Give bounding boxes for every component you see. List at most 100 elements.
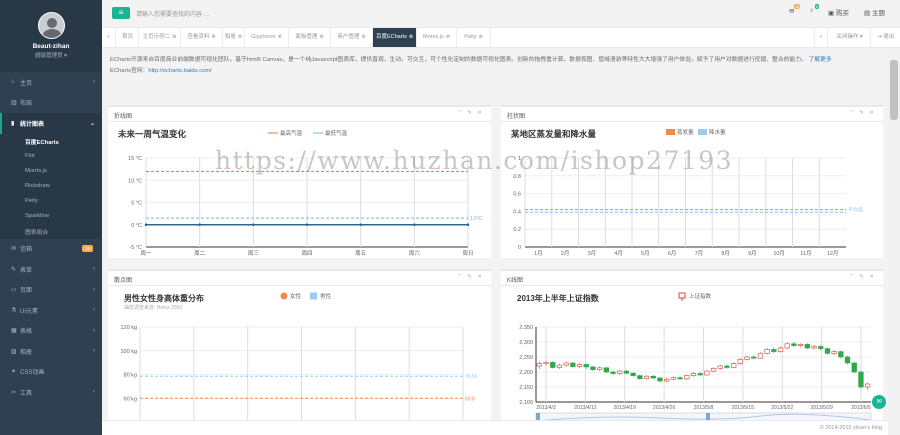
logout-button[interactable]: ⇥ 退出 (871, 28, 900, 47)
main-content: ECharts开源来自百度商业前端数据可视化团队，基于html5 Canvas，… (102, 48, 888, 435)
close-ops-dropdown[interactable]: 关闭操作 ▾ (829, 28, 871, 47)
sidebar-item-8[interactable]: ▨ 相册 ‹ (0, 341, 102, 362)
submenu-item[interactable]: 百度ECharts (0, 134, 102, 149)
panel-tools[interactable]: ⌃ ✎ ✕ (849, 110, 876, 116)
avatar[interactable] (37, 12, 65, 39)
close-icon[interactable]: ⊗ (211, 34, 215, 40)
x-tick-label: 9月 (748, 250, 757, 257)
search-input[interactable]: 请输入您需要查找的内容 … (136, 9, 210, 18)
k-chart-panel: K线图 ⌃ ✎ ✕ 2013年上半年上证指数 上证指数 2,350 2,300 2,250… (501, 269, 883, 435)
bell-icon[interactable]: ♪ 8 (810, 4, 820, 14)
sidebar-item-label: 表格 (20, 329, 33, 336)
candle (536, 363, 542, 367)
sidebar-item-7[interactable]: ▦ 表格 ‹ (0, 321, 102, 342)
close-icon[interactable]: ⊗ (446, 34, 450, 40)
learn-more-link[interactable]: 了解更多 (809, 57, 832, 63)
k-chart: 2013年上半年上证指数 上证指数 2,350 2,300 2,250 2,200 2,15… (517, 292, 872, 425)
theme-button[interactable]: ▤ 主题 (864, 7, 885, 17)
panel-title: 折线图 (114, 114, 133, 120)
sidebar-item-1[interactable]: ▥ 布局 (0, 93, 102, 114)
candle (563, 362, 569, 366)
watermark: https://www.huzhan.com/ishop27193 (215, 146, 734, 175)
candle (831, 351, 837, 354)
close-icon[interactable]: ⊗ (479, 34, 483, 40)
candle (858, 371, 864, 388)
candle (637, 375, 643, 379)
data-point (466, 223, 470, 226)
scrollbar-thumb[interactable] (890, 60, 898, 120)
x-tick-label: 周一 (140, 250, 152, 257)
submenu-item[interactable]: Sparkline (0, 209, 102, 224)
columns-icon: ▥ (11, 100, 17, 107)
magic-icon: ✦ (11, 369, 17, 376)
close-icon[interactable]: ⊗ (409, 34, 413, 40)
submenu-item[interactable]: Peity (0, 194, 102, 209)
scrollbar[interactable] (888, 48, 900, 435)
y-tick-label: 10 °C (128, 178, 142, 184)
tab-item[interactable]: 首页 (117, 28, 139, 47)
buy-button[interactable]: ▣ 购买 (828, 7, 849, 17)
close-icon[interactable]: ⊗ (361, 34, 365, 40)
candle (650, 375, 656, 379)
sidebar-item-4[interactable]: ✎ 表单 ‹ (0, 259, 102, 280)
tab-item[interactable]: 百度ECharts ⊗ (373, 28, 417, 47)
tab-item[interactable]: 商户管理 ⊗ (331, 28, 373, 47)
panel-tools[interactable]: ⌃ ✎ ✕ (457, 110, 484, 116)
tab-item[interactable]: 查看资料 ⊗ (181, 28, 223, 47)
chart-title: 2013年上半年上证指数 (517, 293, 600, 303)
submenu-item[interactable]: Rickshaw (0, 179, 102, 194)
y-tick-label: 2,300 (519, 340, 533, 346)
envelope-icon: ✉ (11, 246, 17, 253)
tab-item[interactable]: 面板管理 ⊗ (289, 28, 331, 47)
tab-item[interactable]: Peity ⊗ (457, 28, 491, 47)
sidebar-item-2[interactable]: ▮ 统计图表 ⌄ (0, 113, 102, 134)
data-point (144, 223, 148, 226)
x-tick-label: 2013/5/8 (694, 405, 714, 411)
chart-submenu: 百度ECharts Flot Morris.js Rickshaw Peity Spark… (0, 133, 102, 239)
tab-scroll-right-button[interactable]: » (814, 28, 828, 47)
tab-item[interactable]: Morris.js ⊗ (417, 28, 457, 47)
panel-tools[interactable]: ⌃ ✎ ✕ (457, 274, 484, 280)
tab-scroll-left-button[interactable]: « (102, 28, 116, 47)
tab-item[interactable]: 主页示例二 ⊗ (139, 28, 181, 47)
x-tick-label: 12月 (827, 250, 839, 257)
sidebar-item-6[interactable]: ⚗ UI元素 ‹ (0, 300, 102, 321)
table-icon: ▦ (11, 328, 17, 335)
x-tick-label: 2013/6/5 (851, 405, 871, 411)
envelope-icon[interactable]: ✉ 16 (789, 4, 801, 15)
close-icon[interactable]: ⊗ (278, 34, 282, 40)
menu-toggle-button[interactable]: ≡ (112, 7, 130, 19)
y-tick-label: 2,100 (519, 400, 533, 406)
y-tick-label: 120 kg (120, 325, 137, 331)
sidebar-item-5[interactable]: ▭ 页面 ‹ (0, 280, 102, 301)
submenu-item[interactable]: Flot (0, 149, 102, 164)
chevron-left-icon: ‹ (93, 79, 95, 86)
tab-item[interactable]: 相册 ⊗ (223, 28, 245, 47)
data-point (198, 223, 201, 226)
chat-icon[interactable]: ✉ (872, 395, 886, 409)
sidebar-item-10[interactable]: ✂ 工具 ‹ (0, 382, 102, 403)
candle (724, 365, 730, 368)
data-point (413, 223, 416, 226)
candle (791, 343, 797, 346)
panel-tools[interactable]: ⌃ ✎ ✕ (849, 274, 876, 280)
footer: © 2014-2015 zihan's blog (102, 420, 888, 435)
close-icon[interactable]: ⊗ (319, 34, 323, 40)
candle (690, 373, 697, 376)
sidebar-item-3[interactable]: ✉ 信箱 16 (0, 239, 102, 260)
data-point (359, 223, 362, 226)
submenu-item[interactable]: 图表组合 (0, 224, 102, 239)
sidebar-item-0[interactable]: ⌂ 主页 ‹ (0, 72, 102, 93)
nav-list: ⌂ 主页 ‹ ▥ 布局 ▮ 统计图表 ⌄ 百度ECharts Flot Morris.js Ricks… (0, 72, 102, 403)
submenu-item[interactable]: Morris.js (0, 164, 102, 179)
user-role[interactable]: 超级管理员 ▾ (0, 51, 102, 59)
candle (824, 348, 831, 354)
candle (844, 356, 851, 364)
close-icon[interactable]: ⊗ (238, 34, 242, 40)
close-icon[interactable]: ⊗ (172, 34, 176, 40)
echarts-site-link[interactable]: http://echarts.baidu.com/ (148, 68, 211, 74)
user-name[interactable]: Beaut-zihan (0, 43, 102, 50)
sidebar-badge: 16 (81, 245, 93, 253)
tab-item[interactable]: Glyphicon ⊗ (245, 28, 289, 47)
sidebar-item-9[interactable]: ✦ CSS动画 (0, 362, 102, 383)
